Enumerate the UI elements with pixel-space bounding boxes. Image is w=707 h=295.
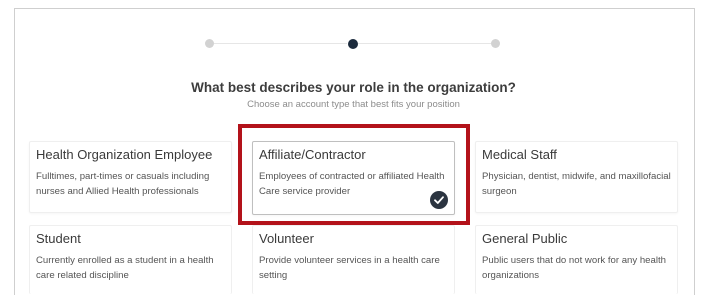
- step-dot-1: [205, 39, 214, 48]
- role-card-general-public[interactable]: General Public Public users that do not …: [475, 225, 678, 294]
- role-title: Health Organization Employee: [36, 147, 213, 162]
- stepper-line-2: [358, 43, 491, 44]
- role-title: Student: [36, 231, 81, 246]
- role-card-health-organization-employee[interactable]: Health Organization Employee Fulltimes, …: [29, 141, 232, 213]
- step-dot-3: [491, 39, 500, 48]
- role-title: General Public: [482, 231, 568, 246]
- role-title: Volunteer: [259, 231, 314, 246]
- role-title: Affiliate/Contractor: [259, 147, 366, 162]
- role-card-student[interactable]: Student Currently enrolled as a student …: [29, 225, 232, 294]
- role-description: Fulltimes, part-times or casuals includi…: [36, 171, 210, 197]
- progress-stepper: [0, 38, 707, 49]
- page-heading: What best describes your role in the org…: [191, 80, 516, 95]
- stepper-line-1: [214, 43, 347, 44]
- role-description: Provide volunteer services in a health c…: [259, 255, 440, 281]
- role-description: Physician, dentist, midwife, and maxillo…: [482, 171, 671, 197]
- role-description: Employees of contracted or affiliated He…: [259, 171, 445, 197]
- role-title: Medical Staff: [482, 147, 557, 162]
- role-description: Public users that do not work for any he…: [482, 255, 666, 281]
- step-dot-2-current: [348, 38, 358, 49]
- page-subheading: Choose an account type that best fits yo…: [247, 99, 460, 110]
- role-card-volunteer[interactable]: Volunteer Provide volunteer services in …: [252, 225, 455, 294]
- role-card-affiliate-contractor[interactable]: Affiliate/Contractor Employees of contra…: [252, 141, 455, 215]
- role-card-medical-staff[interactable]: Medical Staff Physician, dentist, midwif…: [475, 141, 678, 213]
- check-circle-icon: [430, 191, 448, 209]
- role-description: Currently enrolled as a student in a hea…: [36, 255, 214, 281]
